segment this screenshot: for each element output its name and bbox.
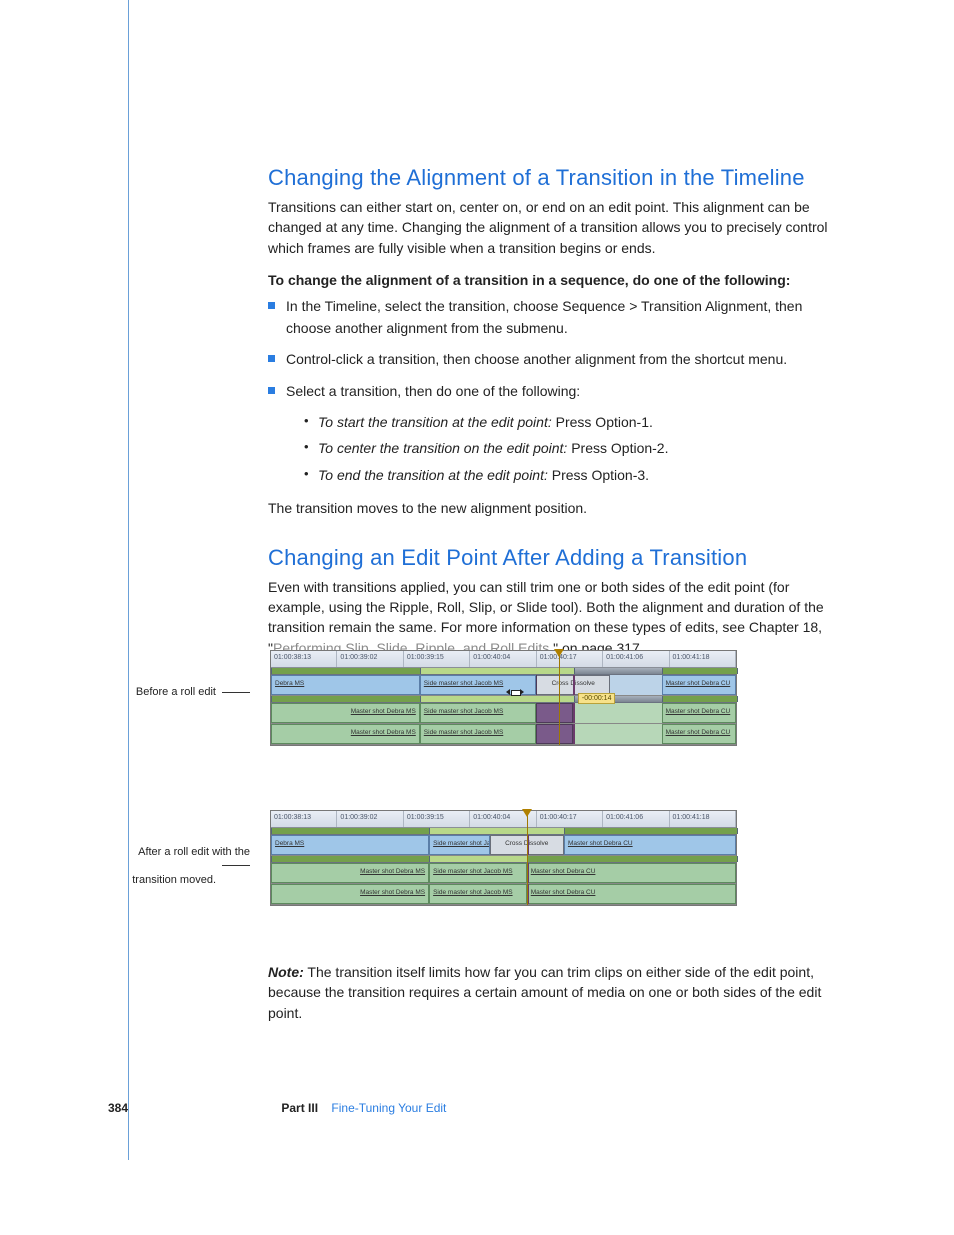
clip-audio[interactable]: Side master shot Jacob MS: [420, 703, 536, 723]
clip-audio[interactable]: Side master shot Jacob MS: [420, 724, 536, 744]
timeline-ruler: 01:00:38:13 01:00:39:02 01:00:39:15 01:0…: [271, 811, 736, 828]
clip-audio[interactable]: Master shot Debra MS: [271, 703, 420, 723]
label-rule: [222, 865, 250, 866]
timeline-ruler: 01:00:38:13 01:00:39:02 01:00:39:15 01:0…: [271, 651, 736, 668]
sub-italic: To center the transition on the edit poi…: [318, 440, 567, 456]
ruler-tick: 01:00:41:06: [603, 811, 669, 827]
roll-cursor-icon: [508, 687, 522, 697]
figure-label-text: transition moved.: [132, 874, 250, 888]
heading-section2: Changing an Edit Point After Adding a Tr…: [268, 545, 828, 571]
sub-list: To start the transition at the edit poin…: [286, 409, 828, 489]
note-label: Note:: [268, 964, 304, 980]
note-body: The transition itself limits how far you…: [268, 964, 821, 1021]
clip-audio[interactable]: Master shot Debra MS: [271, 884, 429, 904]
section2-paragraph: Even with transitions applied, you can s…: [268, 577, 828, 658]
sub-item: To end the transition at the edit point:…: [286, 462, 828, 489]
audio-track[interactable]: Master shot Debra MS Side master shot Ja…: [271, 863, 736, 884]
audio-track[interactable]: Master shot Debra MS Side master shot Ja…: [271, 703, 736, 724]
clip-video[interactable]: Debra MS: [271, 675, 420, 695]
audio-track[interactable]: Master shot Debra MS Side master shot Ja…: [271, 724, 736, 745]
ruler-tick: 01:00:38:13: [271, 811, 337, 827]
clip-audio[interactable]: Master shot Debra CU: [527, 863, 736, 883]
playhead-icon[interactable]: [522, 809, 532, 817]
edit-line: [536, 675, 537, 695]
clip-video[interactable]: Master shot Debra CU: [564, 835, 736, 855]
bullet-item: Control-click a transition, then choose …: [268, 349, 828, 371]
timecode-flag: -00:00:14: [578, 693, 616, 704]
content-column: Changing the Alignment of a Transition i…: [268, 165, 828, 1037]
left-margin-rule: [128, 0, 129, 1160]
heading-section1: Changing the Alignment of a Transition i…: [268, 165, 828, 191]
clip-audio[interactable]: Master shot Debra CU: [662, 703, 736, 723]
video-track[interactable]: Debra MS Side master shot Jacob MS Cross…: [271, 675, 736, 696]
section1-lead: To change the alignment of a transition …: [268, 272, 828, 288]
sub-italic: To end the transition at the edit point:: [318, 467, 548, 483]
bullet-item: Select a transition, then do one of the …: [268, 381, 828, 488]
footer-title: Fine-Tuning Your Edit: [331, 1101, 446, 1115]
ruler-tick: 01:00:40:17: [537, 811, 603, 827]
edit-line: [573, 724, 575, 744]
thin-bar: [271, 668, 736, 675]
playhead-icon[interactable]: [554, 649, 564, 657]
clip-audio[interactable]: Side master shot Jacob MS: [429, 863, 527, 883]
note-paragraph: Note: The transition itself limits how f…: [268, 962, 828, 1023]
section1-paragraph: Transitions can either start on, center …: [268, 197, 828, 258]
playhead-line: [559, 651, 560, 745]
ruler-tick: 01:00:39:02: [337, 651, 403, 667]
ruler-tick: 01:00:40:17: [537, 651, 603, 667]
clip-audio[interactable]: Master shot Debra CU: [662, 724, 736, 744]
audio-track[interactable]: Master shot Debra MS Side master shot Ja…: [271, 884, 736, 905]
video-track[interactable]: Debra MS Side master shot Jacob MS Cross…: [271, 835, 736, 856]
ruler-tick: 01:00:41:06: [603, 651, 669, 667]
ruler-tick: 01:00:41:18: [670, 651, 736, 667]
clip-audio[interactable]: Master shot Debra MS: [271, 724, 420, 744]
figure-label-after: After a roll edit with the transition mo…: [110, 846, 250, 887]
clip-audio[interactable]: Master shot Debra MS: [271, 863, 429, 883]
bullet-text: Select a transition, then do one of the …: [286, 383, 580, 399]
clip-audio[interactable]: Side master shot Jacob MS: [429, 884, 527, 904]
ruler-tick: 01:00:38:13: [271, 651, 337, 667]
edit-line: [573, 703, 575, 723]
thin-bar: [271, 696, 736, 703]
figure-label-before: Before a roll edit: [132, 686, 250, 700]
section1-after: The transition moves to the new alignmen…: [268, 498, 828, 518]
ruler-tick: 01:00:40:04: [470, 651, 536, 667]
sub-rest: Press Option-3.: [548, 467, 649, 483]
clip-audio-selected[interactable]: [536, 724, 573, 744]
playhead-line: [527, 811, 528, 905]
figure-label-text: After a roll edit with the: [138, 846, 250, 858]
timeline-after: 01:00:38:13 01:00:39:02 01:00:39:15 01:0…: [270, 810, 737, 906]
bullet-list: In the Timeline, select the transition, …: [268, 296, 828, 489]
page: Changing the Alignment of a Transition i…: [0, 0, 954, 1235]
ruler-tick: 01:00:41:18: [670, 811, 736, 827]
ruler-tick: 01:00:39:15: [404, 651, 470, 667]
ruler-tick: 01:00:39:02: [337, 811, 403, 827]
figure-label-text: Before a roll edit: [136, 686, 216, 698]
edit-line: [573, 675, 575, 695]
thin-bar: [271, 856, 736, 863]
thin-bar: [271, 828, 736, 835]
sub-item: To center the transition on the edit poi…: [286, 435, 828, 462]
sub-item: To start the transition at the edit poin…: [286, 409, 828, 436]
sub-italic: To start the transition at the edit poin…: [318, 414, 552, 430]
footer-part: Part III: [281, 1101, 318, 1115]
ruler-tick: 01:00:39:15: [404, 811, 470, 827]
clip-video[interactable]: Debra MS: [271, 835, 429, 855]
clip-audio[interactable]: Master shot Debra CU: [527, 884, 736, 904]
bullet-item: In the Timeline, select the transition, …: [268, 296, 828, 339]
timeline-before: 01:00:38:13 01:00:39:02 01:00:39:15 01:0…: [270, 650, 737, 746]
page-number: 384: [108, 1101, 128, 1115]
clip-video[interactable]: Master shot Debra CU: [662, 675, 736, 695]
clip-audio-selected[interactable]: [536, 703, 573, 723]
label-rule: [222, 692, 250, 693]
sub-rest: Press Option-1.: [552, 414, 653, 430]
sub-rest: Press Option-2.: [567, 440, 668, 456]
clip-video[interactable]: Side master shot Jacob MS: [429, 835, 489, 855]
page-footer: 384 Part III Fine-Tuning Your Edit: [108, 1101, 446, 1115]
